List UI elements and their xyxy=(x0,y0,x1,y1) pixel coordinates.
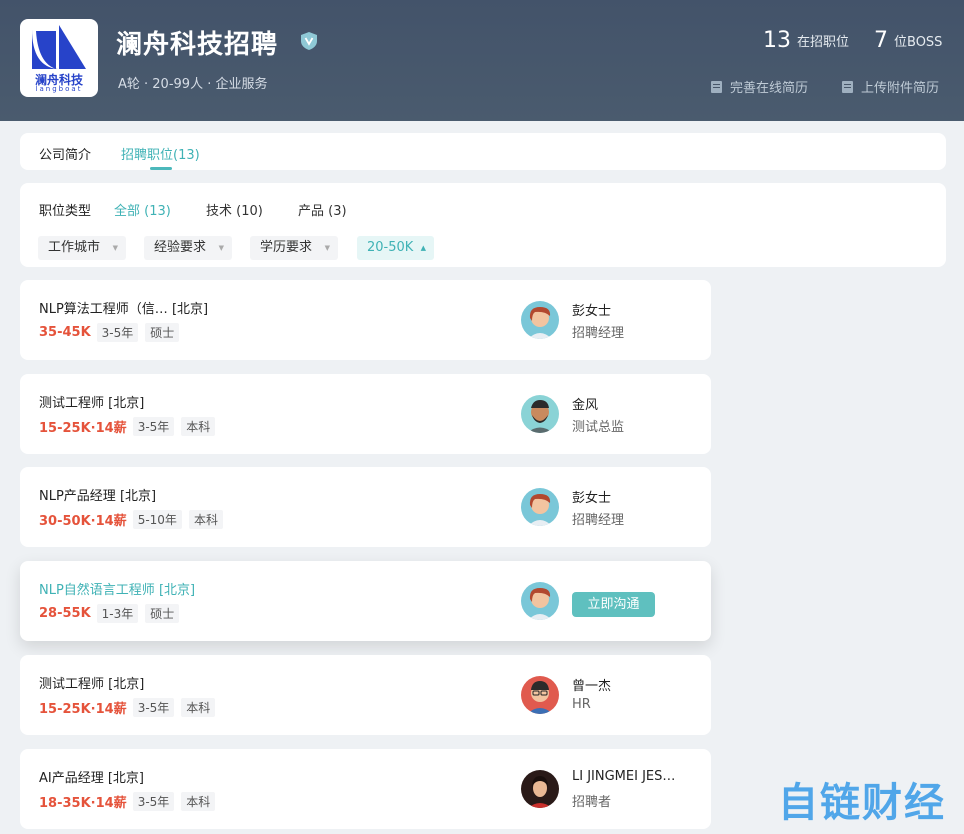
job-experience-tag: 3-5年 xyxy=(132,417,175,436)
job-filters: 职位类型 全部 (13) 技术 (10) 产品 (3) 工作城市 ▼ 经验要求 … xyxy=(20,183,946,267)
active-tab-indicator xyxy=(150,167,172,170)
recruiter-name: 金风 xyxy=(572,398,599,413)
job-title[interactable]: NLP算法工程师（信… [北京] xyxy=(39,298,208,317)
jobs-count: 13 xyxy=(763,28,791,53)
tab-job-listings[interactable]: 招聘职位(13) xyxy=(121,144,200,163)
upload-resume-link[interactable]: 上传附件简历 xyxy=(842,77,939,96)
recruiter-avatar xyxy=(521,676,559,714)
jobs-count-label: 在招职位 xyxy=(797,35,850,50)
city-dropdown[interactable]: 工作城市 ▼ xyxy=(38,236,126,260)
job-type-all[interactable]: 全部 (13) xyxy=(114,200,171,219)
company-header: 澜舟科技 langboat 澜舟科技招聘 A轮 · 20-99人 · 企业服务 … xyxy=(0,0,964,121)
recruiter-role: 招聘经理 xyxy=(572,326,625,341)
job-title[interactable]: AI产品经理 [北京] xyxy=(39,767,144,786)
watermark-text: 自链财经 xyxy=(778,780,946,826)
job-degree-tag: 硕士 xyxy=(145,604,180,623)
upload-resume-label: 上传附件简历 xyxy=(861,81,940,96)
job-card[interactable]: 测试工程师 [北京] 15-25K·14薪 3-5年 本科 曾一杰 HR xyxy=(20,655,711,735)
caret-down-icon: ▼ xyxy=(324,244,330,252)
job-salary: 28-55K xyxy=(39,606,91,621)
caret-up-icon: ▲ xyxy=(420,244,426,252)
job-experience-tag: 1-3年 xyxy=(96,604,139,623)
job-type-tech[interactable]: 技术 (10) xyxy=(206,200,263,219)
job-degree-tag: 硕士 xyxy=(145,323,180,342)
logo-text-en: langboat xyxy=(35,85,83,93)
online-resume-label: 完善在线简历 xyxy=(730,81,809,96)
job-salary: 15-25K·14薪 xyxy=(39,421,127,436)
job-card[interactable]: AI产品经理 [北京] 18-35K·14薪 3-5年 本科 LI JINGME… xyxy=(20,749,711,829)
job-experience-tag: 5-10年 xyxy=(132,510,182,529)
company-logo: 澜舟科技 langboat xyxy=(20,19,98,97)
job-title[interactable]: NLP产品经理 [北京] xyxy=(39,485,156,504)
recruiter-avatar xyxy=(521,582,559,620)
job-salary: 15-25K·14薪 xyxy=(39,702,127,717)
recruiter-avatar xyxy=(521,301,559,339)
caret-down-icon: ▼ xyxy=(218,244,224,252)
job-title[interactable]: NLP自然语言工程师 [北京] xyxy=(39,579,195,598)
jobs-count-stat[interactable]: 13 在招职位 xyxy=(763,28,849,53)
job-salary: 30-50K·14薪 xyxy=(39,514,127,529)
recruiter-role: 测试总监 xyxy=(572,420,625,435)
boss-count-label: 位BOSS xyxy=(894,35,943,50)
verified-shield-icon xyxy=(301,32,317,50)
job-card[interactable]: 测试工程师 [北京] 15-25K·14薪 3-5年 本科 金风 测试总监 xyxy=(20,374,711,454)
job-salary: 35-45K xyxy=(39,325,91,340)
job-card[interactable]: NLP产品经理 [北京] 30-50K·14薪 5-10年 本科 彭女士 招聘经… xyxy=(20,467,711,547)
chat-now-button[interactable]: 立即沟通 xyxy=(572,592,655,617)
job-card-active[interactable]: NLP自然语言工程师 [北京] 28-55K 1-3年 硕士 立即沟通 xyxy=(20,561,711,641)
salary-dropdown-label: 20-50K xyxy=(367,240,414,255)
recruiter-name: 曾一杰 xyxy=(572,679,612,694)
experience-dropdown-label: 经验要求 xyxy=(154,240,207,255)
experience-dropdown[interactable]: 经验要求 ▼ xyxy=(144,236,232,260)
tab-company-intro[interactable]: 公司简介 xyxy=(39,144,91,163)
company-meta: A轮 · 20-99人 · 企业服务 xyxy=(118,77,268,92)
job-degree-tag: 本科 xyxy=(181,792,216,811)
education-dropdown[interactable]: 学历要求 ▼ xyxy=(250,236,338,260)
recruiter-avatar xyxy=(521,488,559,526)
job-card[interactable]: NLP算法工程师（信… [北京] 35-45K 3-5年 硕士 彭女士 招聘经理 xyxy=(20,280,711,360)
job-experience-tag: 3-5年 xyxy=(96,323,139,342)
boss-count: 7 xyxy=(874,28,888,53)
job-type-label: 职位类型 xyxy=(39,204,92,219)
job-title[interactable]: 测试工程师 [北京] xyxy=(39,673,144,692)
job-experience-tag: 3-5年 xyxy=(132,792,175,811)
city-dropdown-label: 工作城市 xyxy=(48,240,101,255)
education-dropdown-label: 学历要求 xyxy=(260,240,313,255)
job-salary: 18-35K·14薪 xyxy=(39,796,127,811)
recruiter-role: HR xyxy=(572,697,591,712)
job-degree-tag: 本科 xyxy=(181,417,216,436)
recruiter-name: LI JINGMEI JES… xyxy=(572,769,676,784)
caret-down-icon: ▼ xyxy=(112,244,118,252)
job-title[interactable]: 测试工程师 [北京] xyxy=(39,392,144,411)
recruiter-avatar xyxy=(521,395,559,433)
job-degree-tag: 本科 xyxy=(181,698,216,717)
job-experience-tag: 3-5年 xyxy=(132,698,175,717)
upload-document-icon xyxy=(842,80,853,93)
salary-dropdown[interactable]: 20-50K ▲ xyxy=(357,236,434,260)
job-type-product[interactable]: 产品 (3) xyxy=(298,200,347,219)
recruiter-role: 招聘者 xyxy=(572,795,612,810)
document-icon xyxy=(711,80,722,93)
online-resume-link[interactable]: 完善在线简历 xyxy=(711,77,808,96)
company-tabs: 公司简介 招聘职位(13) xyxy=(20,133,946,170)
recruiter-role: 招聘经理 xyxy=(572,513,625,528)
company-name: 澜舟科技招聘 xyxy=(116,30,279,60)
recruiter-name: 彭女士 xyxy=(572,491,612,506)
boss-count-stat[interactable]: 7 位BOSS xyxy=(874,28,942,53)
recruiter-avatar xyxy=(521,770,559,808)
recruiter-name: 彭女士 xyxy=(572,304,612,319)
job-degree-tag: 本科 xyxy=(188,510,223,529)
